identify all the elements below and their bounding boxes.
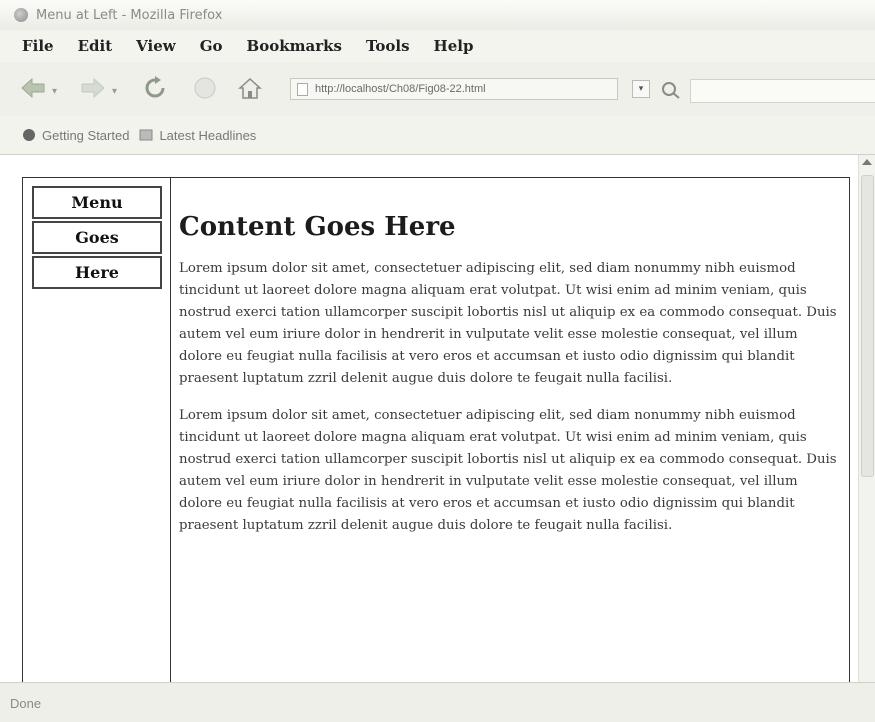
vertical-scrollbar[interactable] bbox=[858, 155, 875, 682]
left-menu-column: Menu Goes Here bbox=[23, 178, 171, 682]
url-text: http://localhost/Ch08/Fig08-22.html bbox=[315, 83, 486, 95]
status-bar: Done bbox=[0, 682, 875, 722]
menu-link-goes[interactable]: Goes bbox=[32, 221, 162, 254]
page-icon bbox=[297, 83, 308, 96]
search-input[interactable] bbox=[690, 79, 875, 103]
bookmark-latest-headlines[interactable]: Latest Headlines bbox=[159, 128, 256, 143]
content-paragraph: Lorem ipsum dolor sit amet, consectetuer… bbox=[179, 261, 837, 386]
browser-window: Menu at Left - Mozilla Firefox File Edit… bbox=[0, 0, 875, 722]
title-bar: Menu at Left - Mozilla Firefox bbox=[0, 0, 875, 31]
home-icon[interactable] bbox=[237, 76, 263, 100]
rss-icon bbox=[139, 129, 153, 141]
bookmark-getting-started[interactable]: Getting Started bbox=[42, 128, 129, 143]
menu-bar: File Edit View Go Bookmarks Tools Help bbox=[0, 30, 875, 62]
url-bar[interactable]: http://localhost/Ch08/Fig08-22.html bbox=[290, 78, 618, 100]
firefox-icon bbox=[14, 8, 28, 22]
page-layout: Menu Goes Here Content Goes Here Lorem i… bbox=[22, 177, 850, 682]
menu-help[interactable]: Help bbox=[434, 37, 474, 55]
reload-icon[interactable] bbox=[142, 76, 168, 100]
forward-history-dropdown[interactable]: ▾ bbox=[112, 86, 117, 97]
content-heading: Content Goes Here bbox=[179, 212, 456, 242]
page-viewport: Menu Goes Here Content Goes Here Lorem i… bbox=[0, 155, 875, 682]
menu-tools[interactable]: Tools bbox=[366, 37, 410, 55]
menu-edit[interactable]: Edit bbox=[78, 37, 113, 55]
window-title: Menu at Left - Mozilla Firefox bbox=[36, 7, 223, 23]
status-text: Done bbox=[10, 695, 42, 711]
bookmarks-toolbar: Getting Started Latest Headlines bbox=[0, 116, 875, 155]
url-dropdown-button[interactable]: ▾ bbox=[632, 80, 650, 98]
menu-file[interactable]: File bbox=[22, 37, 54, 55]
back-arrow-icon[interactable] bbox=[20, 76, 46, 100]
content-paragraph: Lorem ipsum dolor sit amet, consectetuer… bbox=[179, 408, 837, 533]
menu-bookmarks[interactable]: Bookmarks bbox=[247, 37, 342, 55]
navigation-toolbar: ▾ ▾ http://localhost/Ch08/Fig08-22.html … bbox=[0, 62, 875, 116]
menu-view[interactable]: View bbox=[136, 37, 176, 55]
search-icon[interactable] bbox=[660, 80, 682, 100]
main-content: Content Goes Here Lorem ipsum dolor sit … bbox=[179, 178, 839, 552]
stop-icon[interactable] bbox=[192, 76, 218, 100]
forward-arrow-icon[interactable] bbox=[80, 76, 106, 100]
menu-link-here[interactable]: Here bbox=[32, 256, 162, 289]
scroll-thumb[interactable] bbox=[861, 175, 874, 477]
menu-link-menu[interactable]: Menu bbox=[32, 186, 162, 219]
back-history-dropdown[interactable]: ▾ bbox=[52, 86, 57, 97]
menu-go[interactable]: Go bbox=[200, 37, 223, 55]
bookmark-icon bbox=[23, 129, 35, 141]
scroll-up-arrow-icon[interactable] bbox=[862, 159, 872, 165]
